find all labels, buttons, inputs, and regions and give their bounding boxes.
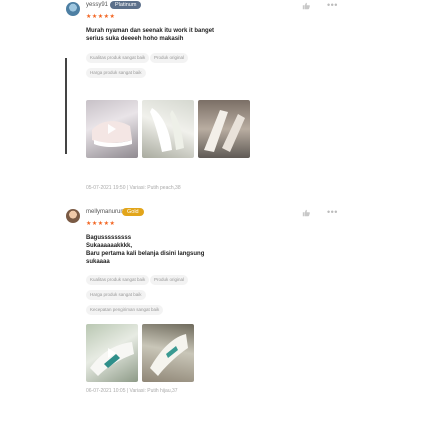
- avatar[interactable]: [66, 2, 80, 16]
- username[interactable]: yessy91: [86, 2, 108, 8]
- scroll-indicator: [65, 58, 67, 154]
- review-text-line: Murah nyaman dan seenak itu work it bang…: [86, 28, 215, 34]
- review-photo[interactable]: [142, 100, 194, 158]
- rating-stars: ★★★★★: [86, 221, 116, 227]
- thumbs-up-icon[interactable]: [302, 209, 310, 217]
- review-video-thumbnail[interactable]: [86, 100, 138, 158]
- review-text-line: Sukaaaaaakkkk,: [86, 243, 133, 249]
- review-tag: Kecepatan pengiriman sangat baik: [86, 305, 164, 315]
- shoe-image: [204, 110, 245, 152]
- shoe-image: [150, 334, 188, 376]
- review-tag: Harga produk sangat baik: [86, 68, 146, 78]
- review-tag: Harga produk sangat baik: [86, 290, 146, 300]
- review-meta: 06-07-2021 10:05 | Variasi: Putih hijau,…: [86, 388, 178, 394]
- thumbs-up-icon[interactable]: [302, 2, 310, 10]
- review-tag: Produk original: [150, 275, 189, 285]
- shoe-image: [150, 108, 184, 152]
- review-video-thumbnail[interactable]: [86, 324, 138, 382]
- review-meta: 05-07-2021 19:50 | Variasi: Putih peach,…: [86, 185, 181, 191]
- play-icon[interactable]: [108, 124, 116, 134]
- review-photo[interactable]: [142, 324, 194, 382]
- review-text-line: serius suka deeeeh hoho makasih: [86, 36, 184, 42]
- review-photo[interactable]: [198, 100, 250, 158]
- review-tag: Produk original: [150, 53, 189, 63]
- review-tag: Kualitas produk sangat baik: [86, 53, 150, 63]
- play-icon[interactable]: [108, 348, 116, 358]
- membership-badge: Gold: [122, 208, 144, 216]
- more-dots-icon[interactable]: •••: [327, 207, 338, 217]
- membership-badge: Platinum: [110, 1, 142, 9]
- review-text-line: sukaaaa: [86, 259, 110, 265]
- rating-stars: ★★★★★: [86, 14, 116, 20]
- review-text-line: Baru pertama kali belanja disini langsun…: [86, 251, 205, 257]
- avatar[interactable]: [66, 209, 80, 223]
- more-dots-icon[interactable]: •••: [327, 0, 338, 10]
- review-tag: Kualitas produk sangat baik: [86, 275, 150, 285]
- review-text-line: Bagusssssssss: [86, 235, 132, 241]
